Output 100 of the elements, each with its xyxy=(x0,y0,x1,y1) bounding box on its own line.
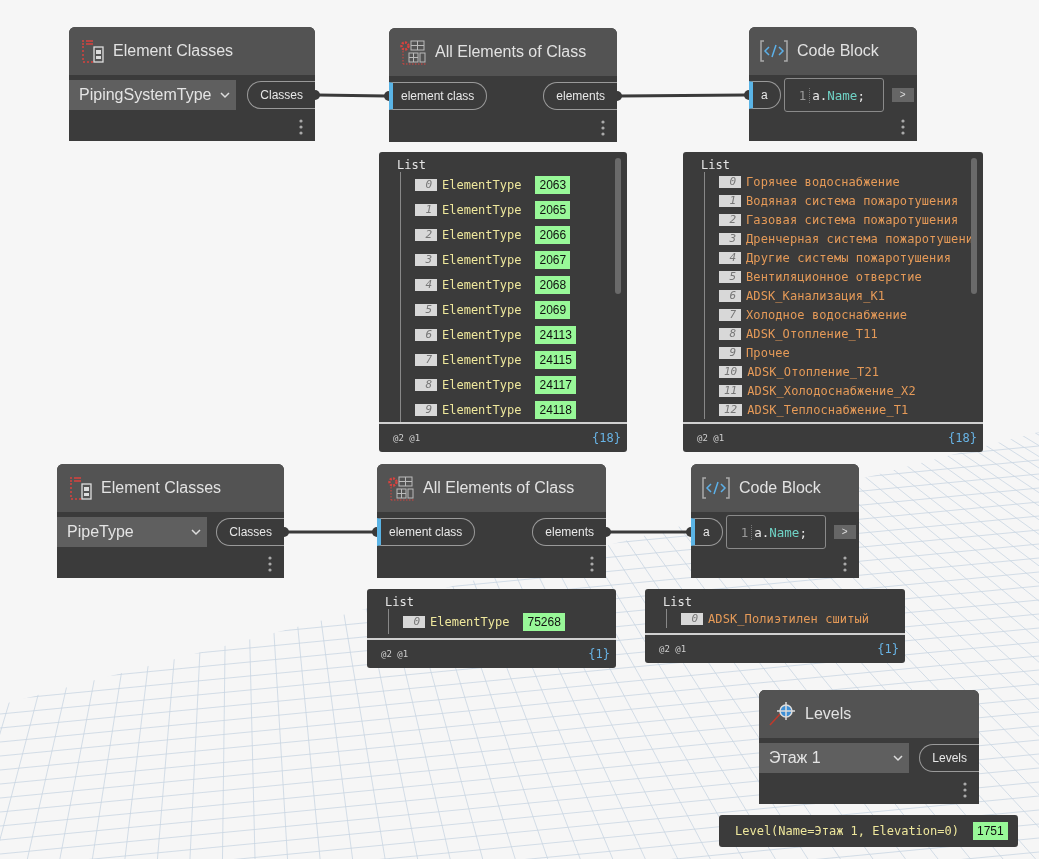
gear-grid-icon xyxy=(399,39,427,65)
element-id: 2067 xyxy=(535,250,571,269)
item-type: ElementType xyxy=(442,327,522,342)
index-label: 7 xyxy=(415,353,437,366)
index-label: 9 xyxy=(415,403,437,416)
code-icon xyxy=(701,475,731,501)
expand-button[interactable]: > xyxy=(833,525,856,539)
item-value: Другие системы пожаротушения xyxy=(746,250,952,265)
index-label: 3 xyxy=(415,253,437,266)
element-id: 2069 xyxy=(535,300,571,319)
node-title: All Elements of Class xyxy=(423,479,575,497)
element-id: 24117 xyxy=(535,375,576,394)
more-icon[interactable] xyxy=(268,556,272,572)
item-type: ElementType xyxy=(442,377,522,392)
more-icon[interactable] xyxy=(963,782,967,798)
code-text: a.Name; xyxy=(751,524,807,540)
item-type: ElementType xyxy=(442,177,522,192)
node-title: Code Block xyxy=(739,479,821,497)
list-label: List xyxy=(385,595,415,609)
list-levels: @2 @1 xyxy=(659,644,687,654)
index-label: 2 xyxy=(719,213,741,226)
item-value: ADSK_Полиэтилен сшитый xyxy=(708,611,870,626)
chevron-down-icon xyxy=(191,528,201,536)
preview-value: Level(Name=Этаж 1, Elevation=0) xyxy=(735,824,959,838)
index-label: 0 xyxy=(719,175,741,188)
index-label: 12 xyxy=(719,403,743,416)
element-id: 2068 xyxy=(535,275,571,294)
list-levels: @2 @1 xyxy=(381,649,409,659)
index-label: 1 xyxy=(719,194,741,207)
class-dropdown[interactable]: Этаж 1 xyxy=(759,743,909,773)
element-id: 1751 xyxy=(972,822,1008,840)
index-label: 6 xyxy=(719,289,741,302)
index-label: 10 xyxy=(719,365,743,378)
element-id: 24115 xyxy=(535,350,576,369)
index-label: 5 xyxy=(415,303,437,316)
index-label: 0 xyxy=(681,612,703,625)
more-icon[interactable] xyxy=(590,556,594,572)
item-value: Холодное водоснабжение xyxy=(746,307,908,322)
index-label: 4 xyxy=(719,251,741,264)
item-value: ADSK_Отопление_Т21 xyxy=(747,364,880,379)
item-type: ElementType xyxy=(442,202,522,217)
index-label: 8 xyxy=(719,327,741,340)
index-label: 7 xyxy=(719,308,741,321)
tree-line xyxy=(388,609,389,634)
item-value: ADSK_Теплоснабжение_Т1 xyxy=(747,402,909,417)
class-dropdown[interactable]: PipingSystemType xyxy=(69,80,236,110)
item-type: ElementType xyxy=(442,277,522,292)
level-target-icon xyxy=(769,701,797,727)
item-value: Вентиляционное отверстие xyxy=(746,269,922,284)
scrollbar[interactable] xyxy=(615,158,621,294)
expand-button[interactable]: > xyxy=(891,88,914,102)
element-id: 2063 xyxy=(535,175,571,194)
node-title: Element Classes xyxy=(101,479,222,497)
list-label: List xyxy=(663,595,693,609)
element-id: 2066 xyxy=(535,225,571,244)
item-value: Газовая система пожаротушения xyxy=(746,212,959,227)
more-icon[interactable] xyxy=(901,119,905,135)
code-icon xyxy=(759,38,789,64)
index-label: 9 xyxy=(719,346,741,359)
more-icon[interactable] xyxy=(299,119,303,135)
element-id: 2065 xyxy=(535,200,571,219)
more-icon[interactable] xyxy=(601,120,605,136)
list-label: List xyxy=(701,158,731,172)
index-label: 1 xyxy=(415,203,437,216)
item-type: ElementType xyxy=(442,402,522,417)
item-value: Горячее водоснабжение xyxy=(746,174,900,189)
class-dropdown[interactable]: PipeType xyxy=(57,517,207,547)
item-type: ElementType xyxy=(442,352,522,367)
item-type: ElementType xyxy=(430,614,510,629)
node-title: Levels xyxy=(805,705,852,723)
node-title: Code Block xyxy=(797,42,879,60)
index-label: 5 xyxy=(719,270,741,283)
item-value: Водяная система пожаротушения xyxy=(746,193,959,208)
index-label: 4 xyxy=(415,278,437,291)
code-editor[interactable]: 1 a.Name; xyxy=(725,515,826,549)
scrollbar[interactable] xyxy=(971,158,977,294)
item-value: ADSK_Канализация_К1 xyxy=(746,288,886,303)
item-type: ElementType xyxy=(442,227,522,242)
line-number: 1 xyxy=(740,524,750,540)
item-value: ADSK_Отопление_Т11 xyxy=(746,326,878,341)
item-count: {1} xyxy=(588,647,610,661)
list-levels: @2 @1 xyxy=(393,433,421,443)
tree-line xyxy=(666,609,667,628)
code-text: a.Name; xyxy=(809,87,865,103)
item-count: {18} xyxy=(592,431,621,445)
item-type: ElementType xyxy=(442,252,522,267)
item-type: ElementType xyxy=(442,302,522,317)
index-label: 0 xyxy=(415,178,437,191)
code-editor[interactable]: 1 a.Name; xyxy=(783,78,884,112)
item-value: Прочее xyxy=(746,345,790,360)
element-id: 24118 xyxy=(535,400,576,419)
item-value: ADSK_Холодоснабжение_Х2 xyxy=(747,383,916,398)
class-list-icon xyxy=(67,475,93,501)
class-list-icon xyxy=(79,38,105,64)
item-value: Дренчерная система пожаротушени xyxy=(746,231,974,246)
element-id: 75268 xyxy=(523,612,565,631)
index-label: 8 xyxy=(415,378,437,391)
index-label: 11 xyxy=(719,384,743,397)
more-icon[interactable] xyxy=(843,556,847,572)
index-label: 6 xyxy=(415,328,437,341)
